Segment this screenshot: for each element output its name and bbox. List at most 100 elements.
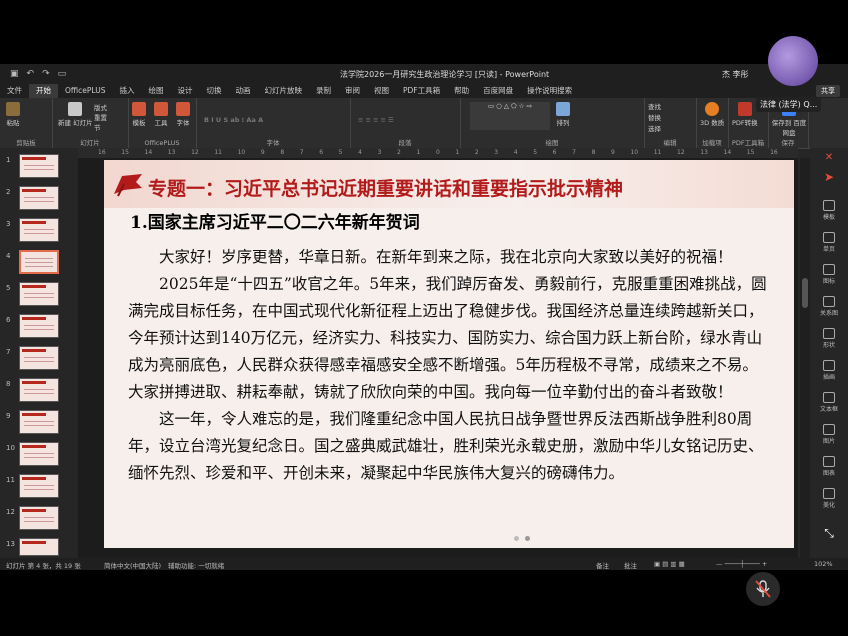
slide-thumbnail[interactable] — [19, 474, 59, 498]
arrange-button[interactable]: 排列 — [556, 102, 570, 127]
scrollbar-thumb[interactable] — [802, 278, 808, 308]
slide-title: 专题一：习近平总书记近期重要讲话和重要指示批示精神 — [148, 178, 624, 200]
tab-review[interactable]: 审阅 — [338, 84, 367, 98]
tab-pdf[interactable]: PDF工具箱 — [396, 84, 447, 98]
slide-thumbnail[interactable] — [19, 410, 59, 434]
slide-thumbnail[interactable] — [19, 218, 59, 242]
slide-counter: 幻灯片 第 4 张，共 19 张 — [6, 562, 81, 570]
panel-textbox[interactable]: 文本框 — [810, 392, 848, 413]
font-button[interactable]: 字体 — [176, 102, 190, 127]
tab-baidu[interactable]: 百度网盘 — [476, 84, 520, 98]
tab-insert[interactable]: 插入 — [112, 84, 141, 98]
tab-slideshow[interactable]: 幻灯片放映 — [257, 84, 309, 98]
slide-thumbnail[interactable] — [19, 442, 59, 466]
tab-help[interactable]: 帮助 — [447, 84, 476, 98]
slide-thumbnail[interactable] — [19, 346, 59, 370]
vertical-scrollbar[interactable] — [800, 158, 810, 558]
redo-icon[interactable]: ↷ — [42, 69, 50, 79]
slide-thumbnail[interactable] — [19, 538, 59, 556]
user-name[interactable]: 杰 李彤 — [722, 69, 749, 80]
panel-diagram[interactable]: 关系图 — [810, 296, 848, 317]
addin-button[interactable]: 3D 数质 — [700, 102, 724, 127]
panel-single-page[interactable]: 单页 — [810, 232, 848, 253]
panel-icons[interactable]: 图标 — [810, 264, 848, 285]
tab-design[interactable]: 设计 — [170, 84, 199, 98]
zoom-level[interactable]: 102% — [814, 560, 833, 568]
layout-button[interactable]: 版式 — [94, 102, 107, 112]
accessibility-status[interactable]: 辅助功能: 一切就绪 — [168, 560, 224, 570]
tab-view[interactable]: 视图 — [367, 84, 396, 98]
collapse-panel-icon[interactable]: ⤡ — [810, 526, 848, 541]
tools-icon — [154, 102, 168, 116]
addin-icon — [705, 102, 720, 116]
panel-shapes[interactable]: 形状 — [810, 328, 848, 349]
view-buttons[interactable]: ▣ ▤ ▥ ▦ — [654, 560, 685, 568]
notes-button[interactable]: 备注 — [596, 560, 609, 570]
paragraph: 2025年是“十四五”收官之年。5年来，我们踔厉奋发、勇毅前行，克服重重困难挑战… — [128, 275, 767, 401]
close-panel-icon[interactable]: ✕ — [810, 152, 848, 163]
find-button[interactable]: 查找 — [648, 101, 661, 111]
tab-animations[interactable]: 动画 — [228, 84, 257, 98]
shapes-gallery[interactable]: ▭ ○ △ ⬠ ☆ ⇨ — [470, 102, 550, 130]
undo-icon[interactable]: ↶ — [27, 69, 35, 79]
new-slide-button[interactable]: 新建 幻灯片 — [58, 102, 93, 127]
section-button[interactable]: 节 — [94, 122, 101, 132]
group-slides: 新建 幻灯片 版式 重置 节 幻灯片 — [52, 98, 129, 148]
textbox-icon — [823, 392, 835, 403]
tab-file[interactable]: 文件 — [0, 84, 29, 98]
language-indicator[interactable]: 简体中文(中国大陆) — [104, 560, 161, 570]
group-paragraph: ≡ ≡ ≡ ≡ ☰ 段落 — [350, 98, 461, 148]
panel-beautify[interactable]: 美化 — [810, 488, 848, 509]
slide-thumbnail[interactable] — [19, 282, 59, 306]
icon-library-icon — [823, 264, 835, 275]
meeting-avatar[interactable] — [768, 36, 818, 86]
panel-illustration[interactable]: 插画 — [810, 360, 848, 381]
zoom-slider[interactable]: — ────┼──── + — [716, 560, 767, 568]
replace-button[interactable]: 替换 — [648, 112, 661, 122]
share-button[interactable]: 共享 — [816, 85, 840, 97]
chart-icon — [823, 456, 835, 467]
tools-button[interactable]: 工具 — [154, 102, 168, 127]
template-button[interactable]: 模板 — [132, 102, 146, 127]
font-format-buttons[interactable]: B I U S ab ⁝ Aa A — [204, 116, 263, 124]
group-font: B I U S ab ⁝ Aa A 字体 — [196, 98, 351, 148]
new-slide-icon — [68, 102, 83, 116]
tab-officeplus[interactable]: OfficePLUS — [58, 84, 112, 98]
participant-name: 法律 (法学) Q... — [756, 97, 822, 112]
tab-transitions[interactable]: 切换 — [199, 84, 228, 98]
slide-canvas[interactable]: 专题一：习近平总书记近期重要讲话和重要指示批示精神 1.国家主席习近平二〇二六年… — [104, 160, 794, 548]
window-title: 法学院2026一月研究生政治理论学习 [只读] - PowerPoint — [340, 70, 550, 79]
pdf-convert-button[interactable]: PDF转换 — [732, 102, 758, 127]
panel-chart[interactable]: 图表 — [810, 456, 848, 477]
panel-picture[interactable]: 图片 — [810, 424, 848, 445]
slide-thumbnail-pane: 1 2 3 4 5 6 7 8 9 10 11 12 13 — [0, 148, 78, 558]
paragraph: 这一年，令人难忘的是，我们隆重纪念中国人民抗日战争暨世界反法西斯战争胜利80周年… — [128, 410, 764, 482]
template-icon — [132, 102, 146, 116]
paragraph-buttons[interactable]: ≡ ≡ ≡ ≡ ☰ — [358, 116, 394, 124]
paste-button[interactable]: 粘贴 — [6, 102, 20, 127]
search-box[interactable]: 操作说明搜索 — [520, 84, 579, 98]
officeplus-logo-icon: ➤ — [823, 170, 835, 184]
slide-thumbnail[interactable] — [19, 378, 59, 402]
slide-thumbnail[interactable] — [19, 506, 59, 530]
red-flag-icon — [114, 174, 142, 197]
select-button[interactable]: 选择 — [648, 123, 661, 133]
save-icon[interactable]: ▣ — [10, 69, 19, 79]
slide-thumbnail[interactable] — [19, 314, 59, 338]
present-icon[interactable]: ▭ — [58, 69, 67, 79]
diagram-icon — [823, 296, 835, 307]
picture-icon — [823, 424, 835, 435]
shape-icon — [823, 328, 835, 339]
tab-draw[interactable]: 绘图 — [141, 84, 170, 98]
comments-button[interactable]: 批注 — [624, 560, 637, 570]
mute-microphone-button[interactable] — [746, 572, 780, 606]
reset-button[interactable]: 重置 — [94, 112, 107, 122]
slide-thumbnail[interactable] — [19, 186, 59, 210]
tab-home[interactable]: 开始 — [29, 83, 58, 99]
group-drawing: ▭ ○ △ ⬠ ☆ ⇨ 排列 绘图 — [460, 98, 645, 148]
slide-thumbnail[interactable] — [19, 154, 59, 178]
panel-template[interactable]: 模板 — [810, 200, 848, 221]
slide-thumbnail-selected[interactable] — [19, 250, 59, 274]
tab-record[interactable]: 录制 — [309, 84, 338, 98]
illustration-icon — [823, 360, 835, 371]
